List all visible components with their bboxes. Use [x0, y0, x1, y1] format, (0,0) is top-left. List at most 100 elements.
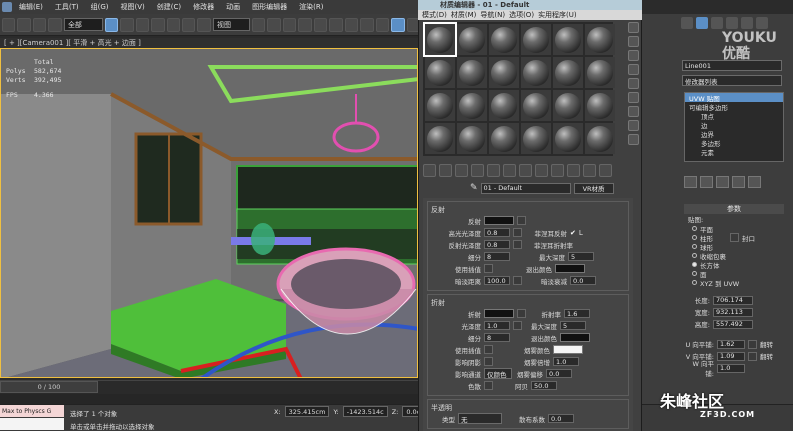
mapping-spherical[interactable]: 球形	[684, 242, 784, 252]
redo-icon[interactable]	[17, 17, 31, 32]
reset-map-icon[interactable]	[471, 163, 484, 177]
stack-item-vertex[interactable]: 顶点	[685, 111, 783, 121]
backlight-icon[interactable]	[627, 36, 639, 47]
dim-dist-field[interactable]: 100.0	[484, 276, 510, 285]
sample-slot[interactable]	[423, 22, 457, 57]
cylindrical-radio[interactable]	[692, 235, 697, 240]
ior-field[interactable]: 1.6	[564, 309, 590, 318]
curve-editor-icon[interactable]	[360, 17, 374, 32]
reference-coord-select[interactable]: 视图	[212, 18, 250, 31]
width-field[interactable]: 932.113	[713, 307, 753, 317]
sample-slot[interactable]	[521, 57, 551, 88]
menu-views[interactable]: 视图(V)	[116, 2, 150, 12]
material-name-field[interactable]: 01 - Default	[480, 182, 571, 194]
pivot-icon[interactable]	[251, 17, 266, 32]
hilight-gloss-map-button[interactable]	[513, 228, 522, 237]
sample-slot[interactable]	[553, 90, 583, 121]
translucency-type-dropdown[interactable]: 无	[458, 413, 502, 424]
refr-exit-color-swatch[interactable]	[560, 333, 590, 342]
utilities-tab-icon[interactable]	[756, 17, 768, 29]
material-navigator-icon[interactable]	[627, 134, 639, 145]
sample-slot[interactable]	[489, 24, 519, 55]
make-preview-icon[interactable]	[627, 92, 639, 103]
refl-use-interp-checkbox[interactable]	[484, 264, 493, 273]
sample-slot[interactable]	[457, 90, 487, 121]
w-tile-field[interactable]: 1.0	[717, 363, 745, 373]
put-to-library-icon[interactable]	[519, 163, 532, 177]
put-to-scene-icon[interactable]	[439, 163, 452, 177]
face-radio[interactable]	[692, 271, 697, 276]
scatter-coeff-field[interactable]: 0.0	[548, 414, 574, 423]
sample-type-icon[interactable]	[627, 22, 639, 33]
menu-graph-editors[interactable]: 图形编辑器	[247, 2, 292, 12]
mat-menu-modes[interactable]: 模式(D)	[422, 10, 447, 20]
length-field[interactable]: 706.174	[713, 295, 753, 305]
stack-item-border[interactable]: 边界	[685, 129, 783, 139]
go-forward-to-sibling-icon[interactable]	[599, 163, 612, 177]
move-icon[interactable]	[166, 17, 180, 32]
reflect-color-swatch[interactable]	[484, 216, 514, 225]
affect-shadows-checkbox[interactable]	[484, 357, 493, 366]
selection-filter-select[interactable]: 全部	[63, 18, 103, 31]
display-tab-icon[interactable]	[741, 17, 753, 29]
assign-to-selection-icon[interactable]	[455, 163, 468, 177]
mat-menu-material[interactable]: 材质(M)	[451, 10, 477, 20]
stack-item-element[interactable]: 元素	[685, 147, 783, 157]
mapping-box[interactable]: 长方体	[684, 260, 784, 270]
show-end-result-icon[interactable]	[567, 163, 580, 177]
uv-tiling-icon[interactable]	[627, 64, 639, 75]
sample-slot[interactable]	[521, 123, 551, 154]
sample-slot[interactable]	[521, 24, 551, 55]
fog-bias-field[interactable]: 0.0	[546, 369, 572, 378]
hierarchy-tab-icon[interactable]	[711, 17, 723, 29]
unlink-icon[interactable]	[48, 17, 62, 32]
sample-slot[interactable]	[425, 90, 455, 121]
undo-icon[interactable]	[2, 17, 16, 32]
cap-checkbox[interactable]	[730, 233, 739, 242]
fresnel-lock-button[interactable]: L	[579, 229, 583, 237]
dim-falloff-field[interactable]: 0.0	[570, 276, 596, 285]
refl-gloss-field[interactable]: 0.8	[484, 240, 510, 249]
menu-modifiers[interactable]: 修改器	[188, 2, 219, 12]
v-tile-field[interactable]: 1.09	[717, 351, 745, 361]
x-coord-field[interactable]: 325.415cm	[284, 406, 330, 417]
stack-item-editable-poly[interactable]: 可编辑多边形	[685, 102, 783, 112]
video-color-check-icon[interactable]	[627, 78, 639, 89]
show-end-result-icon[interactable]	[700, 176, 713, 188]
menu-animation[interactable]: 动画	[221, 2, 245, 12]
y-coord-field[interactable]: -1423.514c	[342, 406, 388, 417]
sample-slot[interactable]	[585, 57, 615, 88]
rotate-icon[interactable]	[181, 17, 196, 32]
mirror-icon[interactable]	[329, 17, 343, 32]
maxscript-listener-output[interactable]	[0, 418, 64, 430]
options-icon[interactable]	[627, 106, 639, 117]
u-tile-field[interactable]: 1.62	[717, 339, 745, 349]
menu-edit[interactable]: 编辑(E)	[14, 2, 48, 12]
sample-slot[interactable]	[457, 57, 487, 88]
menu-tools[interactable]: 工具(T)	[50, 2, 84, 12]
modify-tab-icon[interactable]	[696, 17, 708, 29]
percent-snap-icon[interactable]	[313, 17, 328, 32]
motion-tab-icon[interactable]	[726, 17, 738, 29]
select-manipulate-icon[interactable]	[267, 17, 281, 32]
pin-stack-icon[interactable]	[684, 176, 697, 188]
shrink-wrap-radio[interactable]	[692, 253, 697, 258]
material-editor-icon[interactable]	[391, 17, 405, 32]
box-radio[interactable]	[692, 262, 697, 267]
refl-gloss-map-button[interactable]	[513, 240, 522, 249]
track-bar[interactable]	[0, 394, 420, 404]
mapping-shrink-wrap[interactable]: 收缩包裹	[684, 251, 784, 261]
mapping-cylindrical[interactable]: 柱形 封口	[684, 233, 784, 243]
eyedropper-icon[interactable]: ✎	[470, 183, 478, 193]
rect-select-icon[interactable]	[135, 17, 150, 32]
link-icon[interactable]	[32, 17, 47, 32]
background-icon[interactable]	[627, 50, 639, 61]
maxscript-listener[interactable]: Max to Physcs G	[0, 405, 64, 417]
menu-group[interactable]: 组(G)	[86, 2, 114, 12]
snap-icon[interactable]	[282, 17, 297, 32]
material-editor-title[interactable]: 材质编辑器 - 01 - Default	[418, 0, 642, 10]
u-flip-checkbox[interactable]	[748, 339, 757, 349]
sample-slot[interactable]	[457, 24, 487, 55]
window-crossing-icon[interactable]	[151, 17, 165, 32]
parameters-rollout-header[interactable]: 参数	[684, 204, 784, 214]
